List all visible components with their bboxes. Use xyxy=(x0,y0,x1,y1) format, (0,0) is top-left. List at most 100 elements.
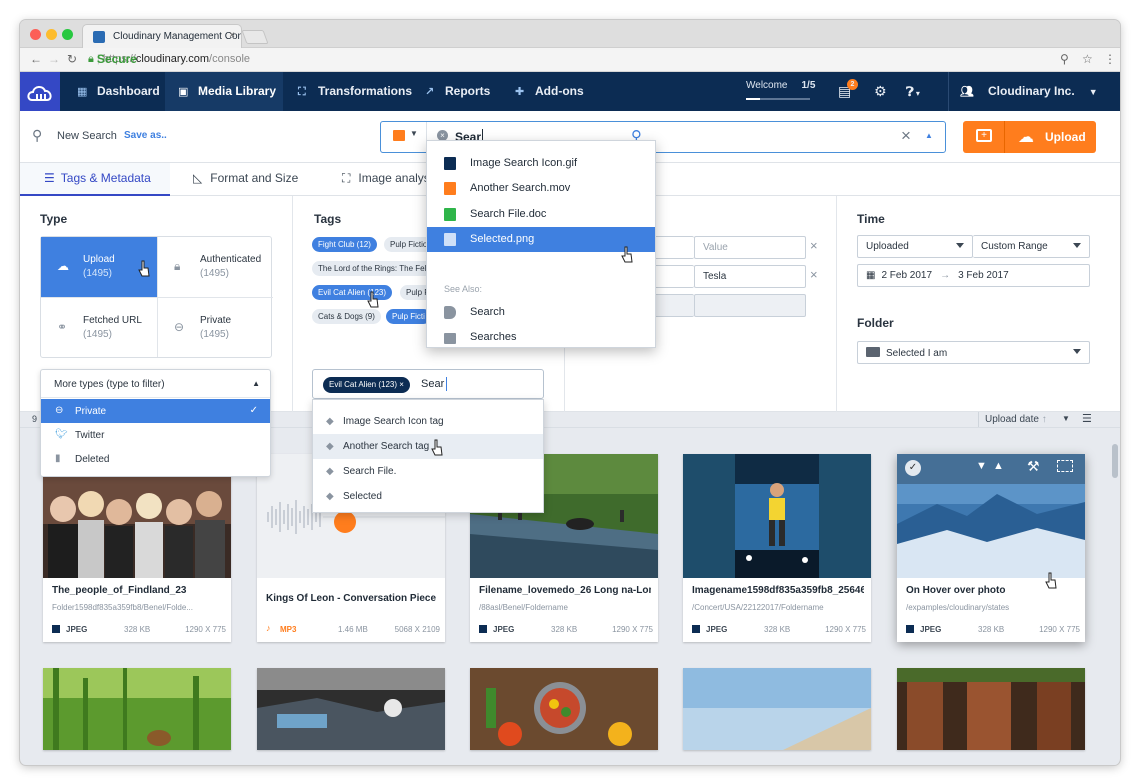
cloudinary-logo-icon[interactable] xyxy=(20,72,60,111)
tag-suggestion[interactable]: ◆ Image Search Icon tag xyxy=(313,409,543,434)
search-result[interactable]: Another Search.mov xyxy=(427,176,655,201)
remove-row-icon[interactable]: × xyxy=(810,267,818,282)
crop-icon: ⛶ xyxy=(298,86,306,98)
back-icon[interactable]: ← xyxy=(30,52,42,66)
url-field[interactable]: 🔒︎ Secure | https://cloudinary.com/conso… xyxy=(88,50,1072,69)
settings-gear-icon[interactable]: ⚙ xyxy=(874,72,887,111)
nav-media-library-label: Media Library xyxy=(198,84,277,98)
nav-reports[interactable]: ↗ Reports xyxy=(425,72,490,111)
list-view-icon[interactable]: ☰ xyxy=(1082,412,1092,425)
minimize-window-button[interactable] xyxy=(46,29,57,40)
select-check-icon[interactable]: ✓ xyxy=(905,460,921,476)
extension-icon[interactable]: ⚲ xyxy=(1060,52,1069,66)
asset-card[interactable] xyxy=(683,668,871,750)
menu-dots-icon[interactable]: ⋮ xyxy=(1104,52,1116,66)
remove-tag-icon[interactable]: × xyxy=(399,380,404,389)
tab-tags-metadata[interactable]: ☰ Tags & Metadata xyxy=(20,163,170,196)
more-types-option-private[interactable]: ⊖ Private ✓ xyxy=(41,399,270,423)
asset-card[interactable] xyxy=(43,668,231,750)
chevron-down-icon xyxy=(1073,349,1081,354)
sort-select[interactable]: Upload date ↑ xyxy=(978,412,1060,427)
tag-chip[interactable]: Fight Club (12) xyxy=(312,237,377,252)
type-private[interactable]: ⊖ Private (1495) xyxy=(157,297,273,357)
save-as-link[interactable]: Save as.. xyxy=(124,130,167,141)
more-types-option-twitter[interactable]: 🐦︎ Twitter xyxy=(41,423,270,447)
thumbs-up-icon[interactable]: ▲ xyxy=(993,460,1004,472)
search-result[interactable]: Image Search Icon.gif xyxy=(427,151,655,176)
search-result[interactable]: Search File.doc xyxy=(427,202,655,227)
asset-card-hovered[interactable]: ✓ ▼ ▲ ⚒ On Hover over photo /expamples/c… xyxy=(897,454,1085,642)
welcome-progress[interactable]: Welcome 1/5 xyxy=(746,80,815,91)
metadata-key-input[interactable] xyxy=(650,265,694,288)
tag-search-input[interactable]: Evil Cat Alien (123) × Sear xyxy=(312,369,544,399)
time-range-select[interactable]: Custom Range xyxy=(973,235,1090,258)
asset-name: Imagename1598df835a359fb8_25646... xyxy=(692,585,864,596)
search-result-label: Search File.doc xyxy=(470,208,547,220)
asset-card[interactable] xyxy=(897,668,1085,750)
tag-chip[interactable]: Evil Cat Alien (123) xyxy=(312,285,393,300)
close-window-button[interactable] xyxy=(30,29,41,40)
star-icon[interactable]: ☆ xyxy=(1082,52,1093,66)
nav-media-library[interactable]: ▣ Media Library xyxy=(178,72,276,111)
metadata-empty-input[interactable] xyxy=(694,294,806,317)
nav-dashboard[interactable]: ▦ Dashboard xyxy=(77,72,160,111)
wrench-icon[interactable]: ⚒ xyxy=(1027,458,1040,475)
new-tab-button[interactable] xyxy=(241,30,269,44)
more-types-option-deleted[interactable]: ▮ Deleted xyxy=(41,447,270,471)
collapse-caret-icon[interactable]: ▲ xyxy=(925,131,933,140)
remove-row-icon[interactable]: × xyxy=(810,238,818,253)
chevron-down-icon[interactable]: ▼ xyxy=(1062,414,1070,423)
asset-card[interactable] xyxy=(470,668,658,750)
metadata-empty-key[interactable] xyxy=(650,294,694,317)
metadata-value-input[interactable]: Value xyxy=(694,236,806,259)
type-authenticated[interactable]: 🔒︎ Authenticated (1495) xyxy=(157,237,273,297)
image-icon xyxy=(906,625,914,633)
upload-widget-button[interactable]: + xyxy=(963,121,1005,153)
nav-transformations[interactable]: ⛶ Transformations xyxy=(298,72,412,111)
tag-chip[interactable]: Cats & Dogs (9) xyxy=(312,309,381,324)
thumbs-down-icon[interactable]: ▼ xyxy=(976,460,987,472)
asset-card[interactable]: Imagename1598df835a359fb8_25646... /Conc… xyxy=(683,454,871,642)
nav-add-ons[interactable]: ✚ Add-ons xyxy=(515,72,584,111)
account-menu[interactable]: 👥︎ Cloudinary Inc. ▼ xyxy=(960,72,1098,111)
clear-search-icon[interactable]: × xyxy=(901,126,911,146)
asset-path: /expamples/cloudinary/states xyxy=(906,603,1010,612)
new-search-label[interactable]: New Search xyxy=(57,130,117,142)
tab-close-icon[interactable]: × xyxy=(229,30,235,41)
browser-tab[interactable]: Cloudinary Management Conso × xyxy=(82,24,242,48)
metadata-value-input-filled[interactable]: Tesla xyxy=(694,265,806,288)
preview-icon[interactable] xyxy=(1057,460,1073,472)
reload-icon[interactable]: ↻ xyxy=(67,52,77,66)
option-label: Private xyxy=(75,406,107,417)
selected-tag-chip[interactable]: Evil Cat Alien (123) × xyxy=(323,377,410,393)
asset-type-selector[interactable]: ▼ xyxy=(381,122,427,152)
more-types-input[interactable]: More types (type to filter) ▲ xyxy=(41,370,270,398)
time-field-select[interactable]: Uploaded xyxy=(857,235,973,258)
asset-format: JPEG xyxy=(493,625,515,634)
maximize-window-button[interactable] xyxy=(62,29,73,40)
date-range-input[interactable]: ▦ 2 Feb 2017 → 3 Feb 2017 xyxy=(857,264,1090,287)
forward-icon[interactable]: → xyxy=(48,52,60,66)
asset-thumbnail[interactable] xyxy=(683,454,871,578)
asset-thumbnail[interactable]: ✓ ▼ ▲ ⚒ xyxy=(897,454,1085,578)
see-also-searches[interactable]: Searches xyxy=(427,325,655,350)
folder-select[interactable]: Selected I am xyxy=(857,341,1090,364)
tag-suggestion[interactable]: ◆ Search File. xyxy=(313,459,543,484)
see-also-search[interactable]: Search xyxy=(427,300,655,325)
tag-suggestion-hovered[interactable]: ◆ Another Search tag xyxy=(313,434,543,459)
tab-format-size[interactable]: ◺ Format and Size xyxy=(193,163,298,196)
notifications-button[interactable]: ▤ 2 xyxy=(838,72,858,111)
tab-image-analysis[interactable]: ⛶ Image analys xyxy=(342,163,430,196)
tag-chip[interactable]: Pulp Ficti xyxy=(386,309,431,324)
asset-card[interactable]: The_people_of_Findland_23 Folder1598df83… xyxy=(43,454,231,642)
type-fetched-url[interactable]: ⚭ Fetched URL (1495) xyxy=(41,297,157,357)
upload-button[interactable]: Upload xyxy=(1045,130,1086,144)
scrollbar[interactable] xyxy=(1112,428,1118,765)
tag-chip[interactable]: The Lord of the Rings: The Fell xyxy=(312,261,435,276)
asset-card[interactable] xyxy=(257,668,445,750)
type-authenticated-label: Authenticated xyxy=(200,254,262,265)
upload-button-group[interactable]: + ☁ Upload xyxy=(963,121,1096,153)
tag-suggestion[interactable]: ◆ Selected xyxy=(313,484,543,509)
help-icon[interactable]: ❓︎ ▾ xyxy=(906,72,920,111)
metadata-key-input[interactable] xyxy=(650,236,694,259)
